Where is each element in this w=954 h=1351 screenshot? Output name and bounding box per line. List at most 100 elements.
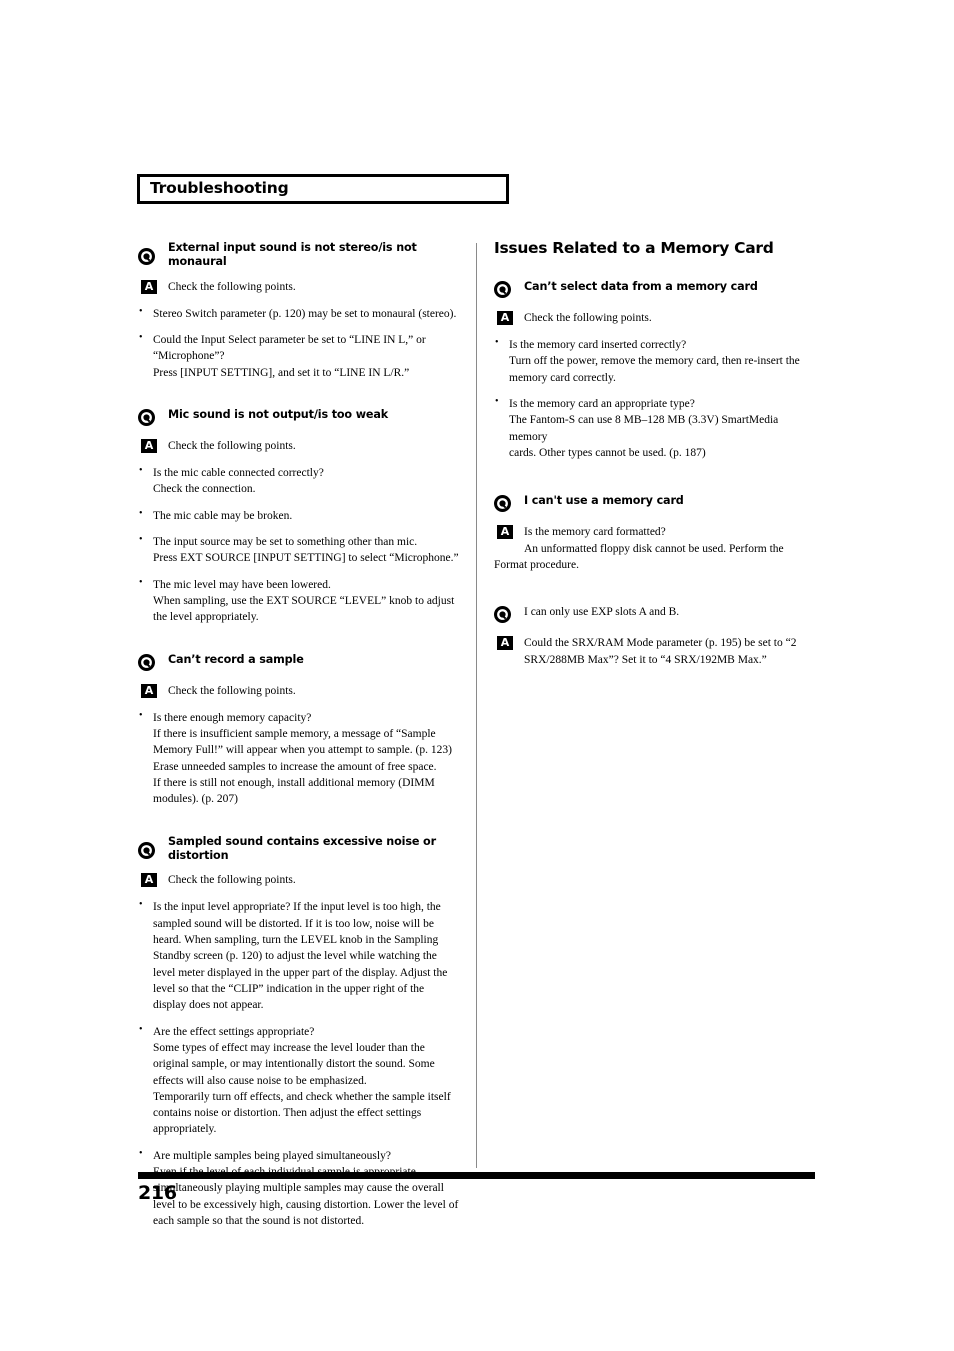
list-item: Is there enough memory capacity? If ther…	[138, 709, 463, 808]
point-line: display does not appear.	[153, 999, 264, 1012]
question-mark-circle-icon	[138, 408, 155, 426]
right-column: Issues Related to a Memory Card Can’t se…	[494, 239, 819, 677]
answer-text: Is the memory card formatted?	[524, 526, 666, 539]
points-list: Is the memory card inserted correctly? T…	[494, 336, 819, 461]
page-number: 216	[138, 1182, 177, 1204]
question-text: I can only use EXP slots A and B.	[524, 606, 680, 619]
left-column: External input sound is not stereo/is no…	[138, 240, 463, 1239]
list-item: Are multiple samples being played simult…	[138, 1147, 463, 1230]
point-line: effects will also cause noise to be emph…	[153, 1074, 367, 1087]
point-line: Are the effect settings appropriate?	[153, 1025, 315, 1038]
answer-text: Check the following points.	[168, 874, 296, 887]
list-item: The input source may be set to something…	[138, 533, 463, 567]
footer-rule	[138, 1172, 815, 1179]
list-item: Stereo Switch parameter (p. 120) may be …	[138, 305, 463, 322]
answer-text: An unformatted floppy disk cannot be use…	[524, 542, 784, 555]
document-page: Troubleshooting External input sound is …	[0, 0, 954, 1351]
point-line: Erase unneeded samples to increase the a…	[153, 760, 437, 773]
qa-block: I can't use a memory card A Is the memor…	[494, 493, 819, 573]
answer-badge-icon: A	[141, 279, 157, 294]
points-list: Is the mic cable connected correctly? Ch…	[138, 464, 463, 626]
column-divider	[476, 243, 477, 1168]
point-line: Is the memory card inserted correctly?	[509, 339, 687, 352]
question-row: Can’t select data from a memory card	[494, 279, 819, 301]
point-line: memory card correctly.	[509, 371, 616, 384]
qa-block: Mic sound is not output/is too weak A Ch…	[138, 407, 463, 626]
point-line: Is there enough memory capacity?	[153, 711, 312, 724]
answer-badge-icon: A	[497, 636, 513, 651]
point-line: modules). (p. 207)	[153, 793, 238, 806]
points-list: Is there enough memory capacity? If ther…	[138, 709, 463, 808]
point-line: Is the input level appropriate? If the i…	[153, 901, 441, 914]
question-mark-circle-icon	[138, 841, 155, 859]
point-line: level so that the “CLIP” indication in t…	[153, 982, 425, 995]
answer-row: A Is the memory card formatted? An unfor…	[494, 524, 819, 557]
point-line: Standby screen (p. 120) to adjust the le…	[153, 950, 437, 963]
answer-text-overflow: Format procedure.	[494, 559, 579, 571]
qa-block: Can’t record a sample A Check the follow…	[138, 652, 463, 808]
point-line: simultaneously playing multiple samples …	[153, 1182, 444, 1195]
section-title: Issues Related to a Memory Card	[494, 239, 774, 257]
point-line: “Microphone”?	[153, 350, 225, 363]
answer-row: A Could the SRX/RAM Mode parameter (p. 1…	[494, 635, 819, 668]
answer-row: A Check the following points.	[494, 310, 819, 328]
answer-row: A Check the following points.	[138, 438, 463, 456]
question-text: Sampled sound contains excessive noise o…	[168, 834, 436, 862]
list-item: Is the mic cable connected correctly? Ch…	[138, 464, 463, 498]
answer-text: SRX/288MB Max”? Set it to “4 SRX/192MB M…	[524, 653, 767, 666]
answer-text: Check the following points.	[524, 312, 652, 325]
point-line: each sample so that the sound is not dis…	[153, 1215, 365, 1228]
qa-block: Sampled sound contains excessive noise o…	[138, 834, 463, 1230]
question-text: I can't use a memory card	[524, 494, 684, 508]
answer-badge-icon: A	[141, 873, 157, 888]
list-item: The mic level may have been lowered. Whe…	[138, 576, 463, 626]
point-line: appropriately.	[153, 1123, 217, 1136]
qa-block: I can only use EXP slots A and B. A Coul…	[494, 604, 819, 668]
point-line: heard. When sampling, turn the LEVEL kno…	[153, 933, 439, 946]
answer-row: A Check the following points.	[138, 683, 463, 701]
point-line: Check the connection.	[153, 483, 256, 496]
list-item: The mic cable may be broken.	[138, 507, 463, 524]
question-row: Sampled sound contains excessive noise o…	[138, 834, 463, 864]
point-line: cards. Other types cannot be used. (p. 1…	[509, 447, 706, 460]
answer-row: A Check the following points.	[138, 872, 463, 890]
question-row: Mic sound is not output/is too weak	[138, 407, 463, 429]
list-item: Are the effect settings appropriate? Som…	[138, 1023, 463, 1138]
question-mark-circle-icon	[494, 281, 511, 299]
point-line: Is the memory card an appropriate type?	[509, 398, 695, 411]
point-line: Some types of effect may increase the le…	[153, 1041, 425, 1054]
point-line: sampled sound will be distorted. If it i…	[153, 917, 434, 930]
point-line: The mic cable may be broken.	[153, 509, 293, 522]
question-mark-circle-icon	[138, 248, 155, 265]
list-item: Is the memory card an appropriate type? …	[494, 395, 819, 461]
question-mark-circle-icon	[138, 653, 155, 671]
point-line: Press [INPUT SETTING], and set it to “LI…	[153, 366, 410, 379]
list-item: Is the memory card inserted correctly? T…	[494, 336, 819, 386]
question-row: Can’t record a sample	[138, 652, 463, 674]
point-line: level to be excessively high, causing di…	[153, 1198, 459, 1211]
answer-badge-icon: A	[497, 311, 513, 326]
point-line: If there is still not enough, install ad…	[153, 776, 435, 789]
question-text: Can’t select data from a memory card	[524, 280, 758, 294]
point-line: Could the Input Select parameter be set …	[153, 333, 426, 346]
answer-badge-icon: A	[141, 683, 157, 698]
point-line: Turn off the power, remove the memory ca…	[509, 355, 800, 368]
point-line: contains noise or distortion. Then adjus…	[153, 1107, 422, 1120]
point-line: Are multiple samples being played simult…	[153, 1149, 391, 1162]
point-line: The mic level may have been lowered.	[153, 578, 331, 591]
running-head-box: Troubleshooting	[137, 174, 509, 204]
question-row: I can only use EXP slots A and B.	[494, 604, 819, 626]
question-mark-circle-icon	[494, 606, 511, 624]
point-line: original sample, or may intentionally di…	[153, 1058, 435, 1071]
list-item: Is the input level appropriate? If the i…	[138, 898, 463, 1013]
point-line: The input source may be set to something…	[153, 535, 418, 548]
point-line: Press EXT SOURCE [INPUT SETTING] to sele…	[153, 552, 459, 565]
list-item: Could the Input Select parameter be set …	[138, 331, 463, 381]
points-list: Stereo Switch parameter (p. 120) may be …	[138, 305, 463, 381]
answer-text: Could the SRX/RAM Mode parameter (p. 195…	[524, 637, 797, 650]
point-line: Memory Full!” will appear when you attem…	[153, 744, 452, 757]
answer-text: Check the following points.	[168, 684, 296, 697]
question-text: Mic sound is not output/is too weak	[168, 407, 389, 421]
point-line: the level appropriately.	[153, 611, 259, 624]
question-text: External input sound is not stereo/is no…	[168, 241, 417, 269]
